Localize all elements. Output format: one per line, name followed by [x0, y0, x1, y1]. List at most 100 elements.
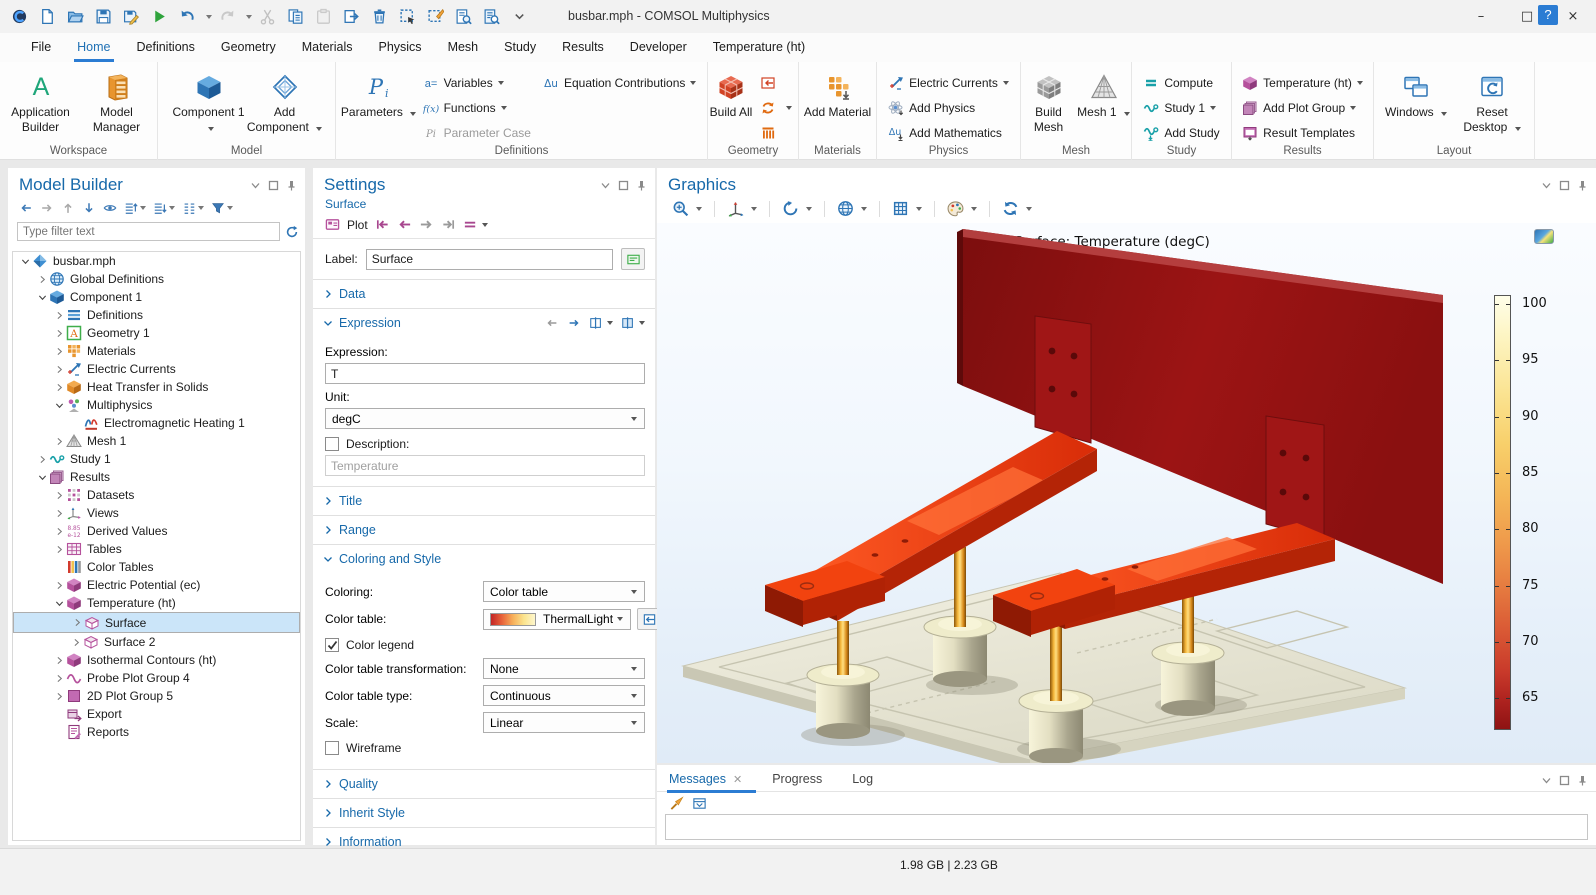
- close-tab-icon[interactable]: ✕: [733, 774, 742, 786]
- tree-chevron-closed-icon[interactable]: [53, 311, 66, 320]
- first-plot-icon[interactable]: [375, 217, 390, 232]
- tree-item-surface-2[interactable]: Surface 2: [13, 633, 300, 651]
- panel-controls[interactable]: [250, 180, 297, 191]
- color-legend-checkbox[interactable]: [325, 638, 339, 652]
- run-icon[interactable]: [146, 4, 172, 30]
- save-as-icon[interactable]: [118, 4, 144, 30]
- tree-chevron-closed-icon[interactable]: [53, 674, 66, 683]
- graphics-canvas[interactable]: Surface: Temperature (degC): [657, 223, 1596, 763]
- color-table-transformation-select[interactable]: None: [483, 658, 645, 679]
- ribbon-tab-developer[interactable]: Developer: [617, 33, 700, 62]
- tree-item-component-1[interactable]: Component 1: [13, 288, 300, 306]
- tree-item-results[interactable]: Results: [13, 468, 300, 486]
- tree-item-study-1[interactable]: Study 1: [13, 450, 300, 468]
- color-appearance-tool-button[interactable]: [944, 199, 980, 218]
- collapse-panel-icon[interactable]: [250, 180, 261, 191]
- description-checkbox[interactable]: [325, 437, 339, 451]
- ribbon-tab-definitions[interactable]: Definitions: [124, 33, 208, 62]
- delete-icon[interactable]: [366, 4, 392, 30]
- next-plot-icon[interactable]: [419, 217, 434, 232]
- tree-item-electric-currents[interactable]: Electric Currents: [13, 360, 300, 378]
- compute-button[interactable]: Compute: [1137, 70, 1225, 95]
- section-range[interactable]: Range: [313, 516, 655, 544]
- pin-panel-icon[interactable]: [286, 180, 297, 191]
- clear-selection-icon[interactable]: [422, 4, 448, 30]
- select-frame-icon[interactable]: [394, 4, 420, 30]
- replace-expression-icon[interactable]: [621, 316, 645, 330]
- float-panel-icon[interactable]: [1559, 180, 1570, 191]
- add-material-button[interactable]: Add Material: [800, 68, 876, 120]
- tree-chevron-closed-icon[interactable]: [53, 581, 66, 590]
- pin-panel-icon[interactable]: [636, 180, 647, 191]
- tree-item-isothermal-contours-ht-[interactable]: Isothermal Contours (ht): [13, 651, 300, 669]
- tree-item-2d-plot-group-5[interactable]: 2D Plot Group 5: [13, 687, 300, 705]
- collapse-panel-icon[interactable]: [600, 180, 611, 191]
- ribbon-tab-mesh[interactable]: Mesh: [435, 33, 492, 62]
- tree-chevron-closed-icon[interactable]: [53, 365, 66, 374]
- go-forward-icon[interactable]: [38, 200, 56, 216]
- tree-item-probe-plot-group-4[interactable]: Probe Plot Group 4: [13, 669, 300, 687]
- default-view-tool-button[interactable]: [724, 199, 760, 218]
- float-panel-icon[interactable]: [268, 180, 279, 191]
- ribbon-tab-materials[interactable]: Materials: [289, 33, 366, 62]
- pin-panel-icon[interactable]: [1577, 180, 1588, 191]
- messages-tab-log[interactable]: Log: [852, 767, 873, 793]
- find-results-icon[interactable]: [478, 4, 504, 30]
- paste-icon[interactable]: [310, 4, 336, 30]
- mesh-1-button[interactable]: Mesh 1: [1076, 68, 1131, 120]
- tree-item-busbar-mph[interactable]: busbar.mph: [13, 252, 300, 270]
- collapse-panel-icon[interactable]: [1541, 775, 1552, 786]
- find-icon[interactable]: [450, 4, 476, 30]
- tree-chevron-closed-icon[interactable]: [36, 275, 49, 284]
- scene-light-tool-button[interactable]: [834, 199, 870, 218]
- tree-item-temperature-ht-[interactable]: Temperature (ht): [13, 594, 300, 612]
- label-input[interactable]: [366, 249, 613, 270]
- build-all-button[interactable]: Build All: [708, 68, 754, 120]
- tree-item-color-tables[interactable]: Color Tables: [13, 558, 300, 576]
- tree-chevron-closed-icon[interactable]: [70, 638, 83, 647]
- zoom-tool-button[interactable]: [669, 199, 705, 218]
- tree-item-tables[interactable]: Tables: [13, 540, 300, 558]
- go-back-icon[interactable]: [17, 200, 35, 216]
- color-table-select[interactable]: ThermalLight: [483, 609, 631, 630]
- add-component-button[interactable]: Add Component: [247, 68, 323, 135]
- last-plot-icon[interactable]: [441, 217, 456, 232]
- functions-button[interactable]: f(x)Functions: [417, 95, 537, 120]
- cut-icon[interactable]: [254, 4, 280, 30]
- tree-item-views[interactable]: Views: [13, 504, 300, 522]
- ribbon-tab-physics[interactable]: Physics: [365, 33, 434, 62]
- filter-icon[interactable]: [209, 200, 235, 216]
- copy-icon[interactable]: [282, 4, 308, 30]
- tree-chevron-closed-icon[interactable]: [53, 329, 66, 338]
- tree-item-definitions[interactable]: Definitions: [13, 306, 300, 324]
- scale-select[interactable]: Linear: [483, 712, 645, 733]
- add-physics-button[interactable]: Add Physics: [882, 95, 1015, 120]
- electric-currents-button[interactable]: Electric Currents: [882, 70, 1015, 95]
- study-1-button[interactable]: Study 1: [1137, 95, 1225, 120]
- show-options-icon[interactable]: [101, 200, 119, 216]
- tree-chevron-closed-icon[interactable]: [53, 545, 66, 554]
- expression-input[interactable]: [325, 363, 645, 384]
- parameters-button[interactable]: Pi Parameters: [341, 68, 417, 120]
- section-quality[interactable]: Quality: [313, 770, 655, 798]
- messages-output-area[interactable]: [665, 814, 1588, 840]
- add-study-button[interactable]: Add Study: [1137, 120, 1225, 145]
- move-down-icon[interactable]: [80, 200, 98, 216]
- tree-chevron-closed-icon[interactable]: [53, 491, 66, 500]
- previous-expression-icon[interactable]: [545, 316, 559, 330]
- tree-chevron-closed-icon[interactable]: [53, 347, 66, 356]
- tree-item-mesh-1[interactable]: Mesh 1: [13, 432, 300, 450]
- new-file-icon[interactable]: [34, 4, 60, 30]
- grid-tool-button[interactable]: [889, 199, 925, 218]
- ribbon-tab-study[interactable]: Study: [491, 33, 549, 62]
- refresh-filter-icon[interactable]: [285, 225, 299, 239]
- tree-chevron-closed-icon[interactable]: [53, 509, 66, 518]
- model-manager-button[interactable]: Model Manager: [79, 68, 155, 135]
- redo-dropdown[interactable]: [242, 4, 252, 30]
- messages-tab-messages[interactable]: Messages✕: [669, 767, 742, 793]
- section-inherit-style[interactable]: Inherit Style: [313, 799, 655, 827]
- plot-window-icon[interactable]: [325, 217, 340, 232]
- move-up-icon[interactable]: [59, 200, 77, 216]
- insert-expression-icon[interactable]: [589, 316, 613, 330]
- build-mesh-button[interactable]: Build Mesh: [1021, 68, 1076, 135]
